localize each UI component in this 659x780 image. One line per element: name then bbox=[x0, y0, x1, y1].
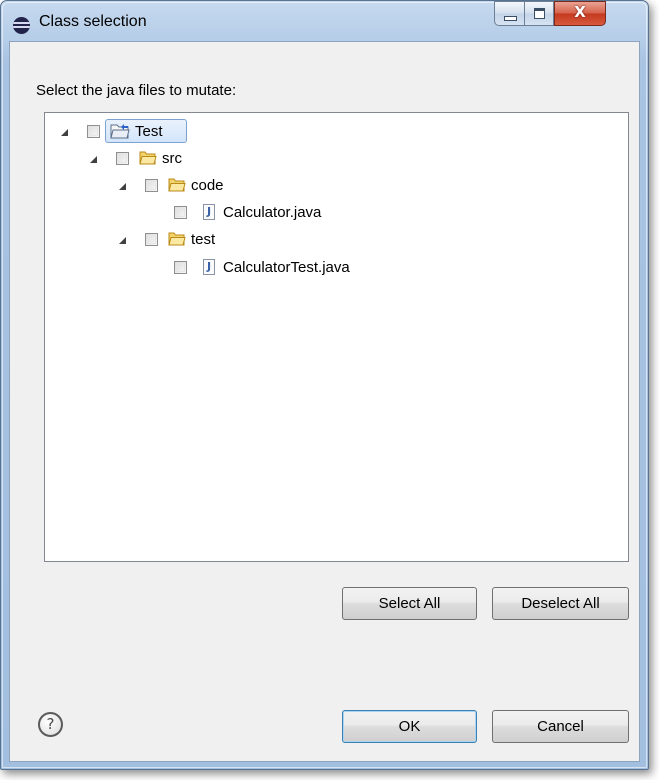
tree-checkbox[interactable] bbox=[116, 152, 129, 165]
tree-label: test bbox=[191, 231, 216, 248]
tree-label: code bbox=[191, 177, 224, 194]
tree-label: Calculator.java bbox=[223, 204, 322, 221]
tree-checkbox[interactable] bbox=[174, 206, 187, 219]
instruction-label: Select the java files to mutate: bbox=[36, 82, 237, 99]
tree-checkbox[interactable] bbox=[174, 261, 187, 274]
folder-open-icon bbox=[168, 178, 186, 192]
tree-label: src bbox=[162, 150, 182, 167]
folder-open-icon bbox=[139, 151, 157, 165]
tree-label: Test bbox=[135, 123, 163, 140]
ok-button[interactable]: OK bbox=[342, 710, 477, 743]
expand-toggle-icon[interactable] bbox=[119, 237, 126, 244]
minimize-button[interactable] bbox=[494, 1, 524, 26]
eclipse-icon bbox=[13, 17, 30, 34]
cancel-button[interactable]: Cancel bbox=[492, 710, 629, 743]
deselect-all-button[interactable]: Deselect All bbox=[492, 587, 629, 620]
tree-label: CalculatorTest.java bbox=[223, 259, 350, 276]
expand-toggle-icon[interactable] bbox=[61, 129, 68, 136]
java-file-icon: J bbox=[203, 259, 215, 275]
tree-checkbox[interactable] bbox=[145, 233, 158, 246]
window-title: Class selection bbox=[39, 13, 147, 30]
maximize-button[interactable] bbox=[524, 1, 554, 26]
folder-open-icon bbox=[168, 232, 186, 246]
tree-checkbox[interactable] bbox=[145, 179, 158, 192]
select-all-button[interactable]: Select All bbox=[342, 587, 477, 620]
java-file-icon: J bbox=[203, 204, 215, 220]
expand-toggle-icon[interactable] bbox=[90, 156, 97, 163]
project-folder-icon bbox=[110, 124, 130, 139]
maximize-icon bbox=[534, 8, 545, 19]
expand-toggle-icon[interactable] bbox=[119, 183, 126, 190]
tree-checkbox[interactable] bbox=[87, 125, 100, 138]
file-tree[interactable]: Test src code J Calculator.java test J C… bbox=[44, 112, 629, 562]
close-button[interactable]: X bbox=[554, 1, 606, 26]
help-icon[interactable]: ? bbox=[38, 712, 63, 737]
minimize-icon bbox=[504, 16, 517, 21]
close-icon: X bbox=[574, 3, 586, 21]
